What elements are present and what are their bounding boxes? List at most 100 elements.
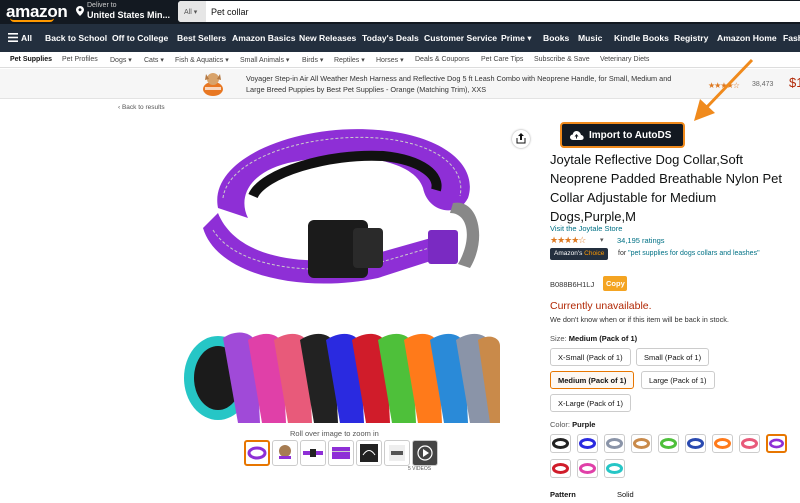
swatch-navy-icon — [687, 438, 704, 449]
size-option-medium[interactable]: Medium (Pack of 1) — [550, 371, 635, 389]
nav-fashion[interactable]: Fash — [783, 33, 800, 43]
nav-back-to-school[interactable]: Back to School — [45, 33, 107, 43]
sponsored-text[interactable]: Voyager Step-in Air All Weather Mesh Har… — [246, 73, 686, 95]
store-link[interactable]: Visit the Joytale Store — [550, 224, 622, 233]
swatch-black-icon — [552, 438, 569, 449]
color-swatch-navy[interactable] — [685, 434, 706, 453]
subnav-dogs-label: Dogs — [110, 57, 127, 64]
swatch-blue-icon — [579, 438, 596, 449]
share-icon — [516, 133, 526, 144]
share-button[interactable] — [512, 130, 530, 148]
back-to-results-link[interactable]: ‹ Back to results — [118, 104, 165, 111]
swatch-orange-icon — [714, 438, 731, 449]
nav-amazon-basics[interactable]: Amazon Basics — [232, 33, 296, 43]
thumbnail-6[interactable] — [384, 440, 410, 466]
search-category-select[interactable]: All ▾ — [178, 1, 206, 22]
thumbnail-collar-icon — [247, 446, 267, 460]
rating-count-link[interactable]: 34,195 ratings — [617, 236, 665, 245]
nav-kindle-books[interactable]: Kindle Books — [614, 33, 669, 43]
search-bar: All ▾ — [178, 1, 800, 22]
thumbnail-collar-icon — [303, 449, 323, 457]
nav-customer-service[interactable]: Customer Service — [424, 33, 497, 43]
nav-todays-deals[interactable]: Today's Deals — [362, 33, 419, 43]
subnav-reptiles[interactable]: Reptiles ▾ — [334, 56, 365, 64]
choice-badge-part-b: Choice — [584, 250, 605, 257]
nav-best-sellers[interactable]: Best Sellers — [177, 33, 226, 43]
thumbnail-4[interactable] — [328, 440, 354, 466]
subnav-subscribe-save[interactable]: Subscribe & Save — [534, 56, 590, 63]
swatch-red-icon — [552, 463, 569, 474]
subnav-pet-care-tips[interactable]: Pet Care Tips — [481, 56, 523, 63]
subnav-pet-profiles[interactable]: Pet Profiles — [62, 56, 98, 63]
subnav-fish-label: Fish & Aquatics — [175, 57, 224, 64]
color-swatch-rose[interactable] — [577, 459, 598, 478]
size-option-large[interactable]: Large (Pack of 1) — [641, 371, 715, 389]
thumbnail-1[interactable] — [244, 440, 270, 466]
color-swatch-purple[interactable] — [766, 434, 787, 453]
hamburger-menu-icon[interactable] — [8, 33, 18, 42]
subnav-veterinary-diets[interactable]: Veterinary Diets — [600, 56, 649, 63]
subnav-small-animals-label: Small Animals — [240, 57, 284, 64]
product-main-image[interactable] — [178, 118, 503, 428]
subnav-birds[interactable]: Birds ▾ — [302, 56, 323, 64]
color-swatch-brown[interactable] — [631, 434, 652, 453]
collar-illustration — [203, 129, 480, 284]
nav-prime[interactable]: Prime ▾ — [501, 33, 532, 44]
import-to-autods-button[interactable]: Import to AutoDS — [560, 122, 685, 148]
subnav-dogs[interactable]: Dogs ▾ — [110, 56, 132, 64]
thumbnail-dog-icon — [279, 445, 291, 459]
thumbnail-size-chart-icon — [360, 444, 378, 462]
category-subnav: Pet Supplies Pet Profiles Dogs ▾ Cats ▾ … — [0, 52, 800, 68]
size-option-small[interactable]: Small (Pack of 1) — [636, 348, 710, 366]
subnav-deals-coupons[interactable]: Deals & Coupons — [415, 56, 469, 63]
thumbnail-detail-icon — [389, 445, 405, 461]
top-bar: amazon Deliver to United States Min... A… — [0, 0, 800, 24]
thumbnail-3[interactable] — [300, 440, 326, 466]
color-swatch-orange[interactable] — [712, 434, 733, 453]
thumbnail-5[interactable] — [356, 440, 382, 466]
subnav-fish-aquatics[interactable]: Fish & Aquatics ▾ — [175, 56, 229, 64]
color-swatch-teal[interactable] — [604, 459, 625, 478]
nav-books[interactable]: Books — [543, 33, 569, 43]
color-swatch-black[interactable] — [550, 434, 571, 453]
thumbnail-video[interactable] — [412, 440, 438, 466]
nav-new-releases[interactable]: New Releases — [299, 33, 356, 43]
rating-stars[interactable]: ★★★★☆ — [550, 235, 586, 246]
copy-asin-button[interactable]: Copy — [603, 276, 627, 291]
amazon-logo-smile — [10, 18, 54, 22]
thumbnail-2[interactable] — [272, 440, 298, 466]
availability-status: Currently unavailable. — [550, 300, 652, 312]
subnav-small-animals[interactable]: Small Animals ▾ — [240, 56, 289, 64]
color-swatch-blue[interactable] — [577, 434, 598, 453]
size-option-xlarge[interactable]: X-Large (Pack of 1) — [550, 394, 632, 412]
search-category-label: All — [184, 9, 192, 16]
nav-all[interactable]: All — [21, 33, 32, 43]
color-swatch-gray[interactable] — [604, 434, 625, 453]
rating-chevron-down-icon[interactable]: ▾ — [600, 236, 604, 244]
nav-registry[interactable]: Registry — [674, 33, 708, 43]
zoom-hint: Roll over image to zoom in — [290, 429, 379, 438]
subnav-cats-label: Cats — [144, 57, 159, 64]
color-swatch-red[interactable] — [550, 459, 571, 478]
nav-off-to-college[interactable]: Off to College — [112, 33, 168, 43]
sponsored-price: $1 — [789, 75, 800, 90]
color-swatch-green[interactable] — [658, 434, 679, 453]
sponsored-rating-count[interactable]: 38,473 — [752, 81, 773, 88]
product-title: Joytale Reflective Dog Collar,Soft Neopr… — [550, 152, 782, 224]
search-input[interactable] — [211, 4, 771, 19]
choice-query-link[interactable]: "pet supplies for dogs collars and leash… — [628, 250, 759, 257]
subnav-cats[interactable]: Cats ▾ — [144, 56, 164, 64]
sponsored-banner[interactable]: Voyager Step-in Air All Weather Mesh Har… — [0, 69, 800, 99]
size-option-xsmall[interactable]: X-Small (Pack of 1) — [550, 348, 631, 366]
nav-music[interactable]: Music — [578, 33, 602, 43]
subnav-pet-supplies[interactable]: Pet Supplies — [10, 56, 52, 63]
size-label: Size: Medium (Pack of 1) — [550, 334, 637, 343]
color-swatch-pink[interactable] — [739, 434, 760, 453]
nav-amazon-home[interactable]: Amazon Home — [717, 33, 777, 43]
subnav-horses[interactable]: Horses ▾ — [376, 56, 404, 64]
subnav-horses-label: Horses — [376, 57, 399, 64]
swatch-pink-icon — [741, 438, 758, 449]
asin-value: B088B6H1LJ — [550, 280, 595, 289]
subnav-birds-label: Birds — [302, 57, 318, 64]
size-label-text: Size: — [550, 334, 567, 343]
